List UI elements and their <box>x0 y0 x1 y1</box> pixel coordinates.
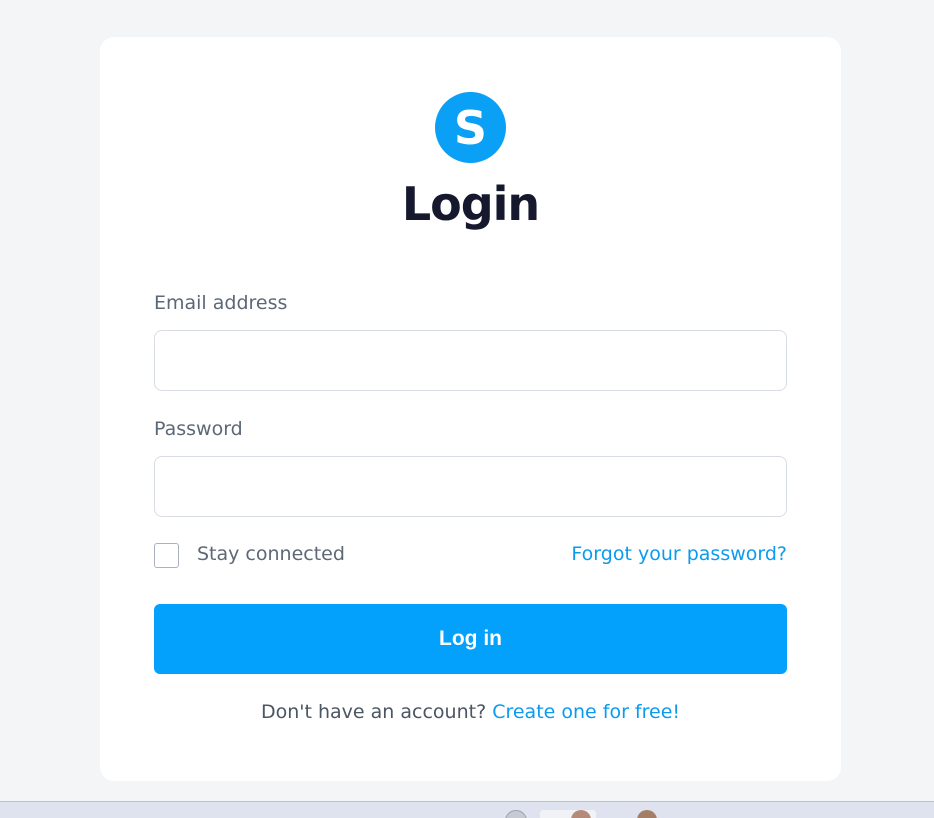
logo-icon: S <box>435 92 506 163</box>
create-account-link[interactable]: Create one for free! <box>492 701 680 723</box>
forgot-password-link[interactable]: Forgot your password? <box>571 543 787 565</box>
page-title: Login <box>401 177 540 231</box>
password-label: Password <box>154 418 243 440</box>
email-field[interactable] <box>154 330 787 391</box>
taskbar <box>0 801 934 818</box>
avatar-icon[interactable] <box>637 810 657 818</box>
logo-letter: S <box>453 100 488 155</box>
app-icon[interactable] <box>505 810 527 818</box>
email-label: Email address <box>154 292 288 314</box>
password-field[interactable] <box>154 456 787 517</box>
stay-connected-checkbox[interactable] <box>154 543 179 568</box>
stay-connected-label[interactable]: Stay connected <box>197 543 345 565</box>
login-button[interactable]: Log in <box>154 604 787 674</box>
login-card: S Login Email address Password Stay conn… <box>100 37 841 781</box>
signup-line: Don't have an account? Create one for fr… <box>100 701 841 723</box>
page: S Login Email address Password Stay conn… <box>0 0 934 818</box>
signup-prompt: Don't have an account? <box>260 701 487 723</box>
